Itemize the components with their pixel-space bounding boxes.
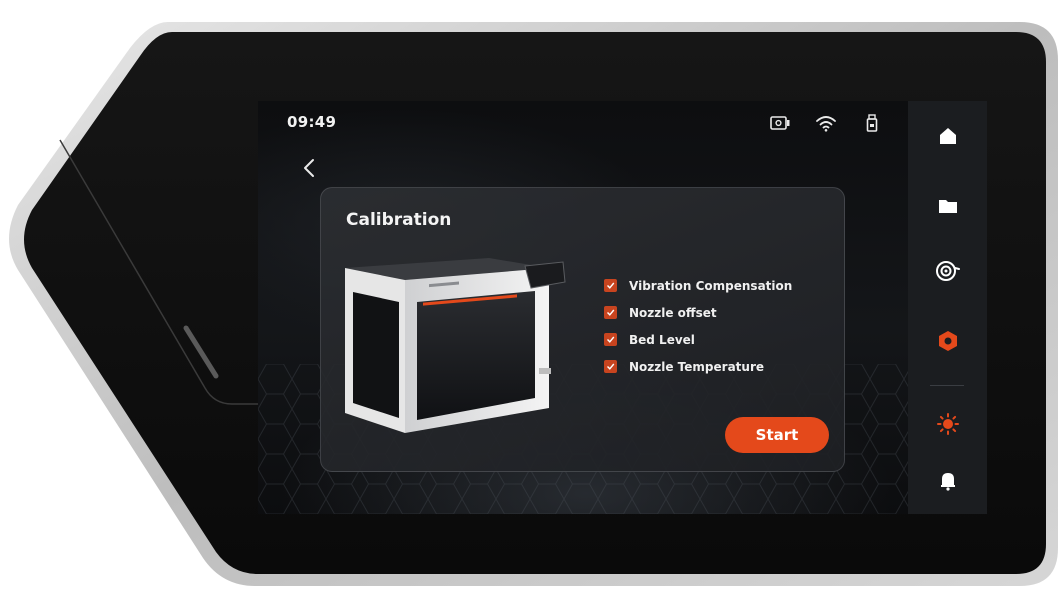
usb-drive-icon[interactable] [860,113,884,133]
option-label: Bed Level [629,332,695,347]
wifi-icon[interactable] [814,113,838,133]
sidebar-divider [930,385,964,386]
option-bed-level[interactable]: Bed Level [604,326,792,353]
option-label: Nozzle Temperature [629,359,764,374]
touch-screen: 09:49 Calibration Vibration Compensation… [258,101,987,514]
sidebar-item-files[interactable] [908,181,987,231]
home-icon [939,128,956,144]
option-vibration-compensation[interactable]: Vibration Compensation [604,272,792,299]
option-nozzle-temperature[interactable]: Nozzle Temperature [604,353,792,380]
checkbox-checked-icon[interactable] [604,279,617,292]
notification-bell-icon [940,473,955,491]
status-icons [768,113,884,133]
card-title: Calibration [346,210,452,230]
folder-icon [938,200,957,213]
sidebar-nav [908,101,987,514]
sidebar-item-notifications[interactable] [908,456,987,506]
printer-image [345,258,566,433]
status-time: 09:49 [287,113,337,131]
option-label: Vibration Compensation [629,278,793,293]
checkbox-checked-icon[interactable] [604,360,617,373]
sidebar-item-light[interactable] [908,399,987,449]
option-label: Nozzle offset [629,305,717,320]
calibration-options: Vibration Compensation Nozzle offset Bed… [604,272,792,380]
chevron-left-icon [304,159,314,177]
filament-spool-icon [935,261,960,281]
camera-icon[interactable] [768,113,792,133]
sidebar-item-home[interactable] [908,111,987,161]
sidebar-item-filament[interactable] [908,246,987,296]
start-button[interactable]: Start [725,417,829,453]
calibration-card: Calibration Vibration Compensation Nozzl… [320,187,845,472]
sidebar-item-calibration[interactable] [908,316,987,366]
calibration-hex-icon [938,331,957,351]
light-icon [936,413,959,435]
option-nozzle-offset[interactable]: Nozzle offset [604,299,792,326]
back-button[interactable] [300,157,318,179]
checkbox-checked-icon[interactable] [604,306,617,319]
checkbox-checked-icon[interactable] [604,333,617,346]
